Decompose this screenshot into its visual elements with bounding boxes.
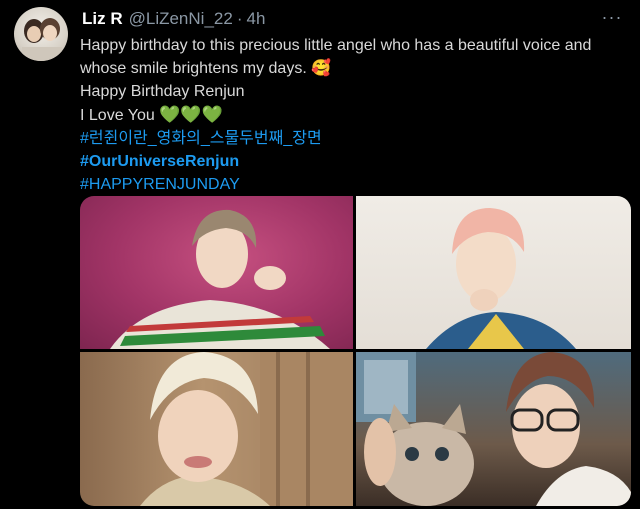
photo-4-image (356, 352, 631, 506)
hashtag-korean[interactable]: #런쥔이란_영화의_스물두번째_장면 (80, 127, 630, 150)
photo-1[interactable] (80, 196, 353, 349)
photo-2-image (426, 208, 576, 349)
tweet-line-1: Happy birthday to this precious little a… (80, 37, 592, 54)
tweet-line-2: whose smile brightens my days. 🥰 (80, 60, 332, 77)
hashtag-happyrenjunday[interactable]: #HAPPYRENJUNDAY (80, 173, 630, 196)
tweet-text: Happy birthday to this precious little a… (80, 34, 630, 196)
photo-3[interactable] (80, 352, 353, 506)
tweet-line-4: I Love You 💚💚💚 (80, 103, 630, 127)
author-handle[interactable]: @LiZenNi_22 (129, 9, 233, 29)
photo-2[interactable] (356, 196, 631, 349)
photo-1-image (110, 209, 330, 349)
more-options-icon[interactable]: ··· (600, 6, 624, 28)
author-name[interactable]: Liz R (82, 9, 123, 29)
tweet-time[interactable]: 4h (246, 9, 265, 29)
tweet-line-3: Happy Birthday Renjun (80, 83, 245, 100)
media-grid (80, 196, 631, 506)
avatar[interactable] (14, 7, 68, 61)
photo-4[interactable] (356, 352, 631, 506)
photo-3-image (140, 352, 353, 506)
green-heart-emojis: 💚💚💚 (159, 105, 223, 124)
love-text: I Love You (80, 107, 155, 124)
hashtag-ouruniverserenjun[interactable]: #OurUniverseRenjun (80, 150, 630, 173)
separator-dot: · (236, 9, 243, 28)
tweet-header: Liz R @LiZenNi_22 · 4h ··· (82, 6, 624, 30)
avatar-image (22, 18, 62, 61)
